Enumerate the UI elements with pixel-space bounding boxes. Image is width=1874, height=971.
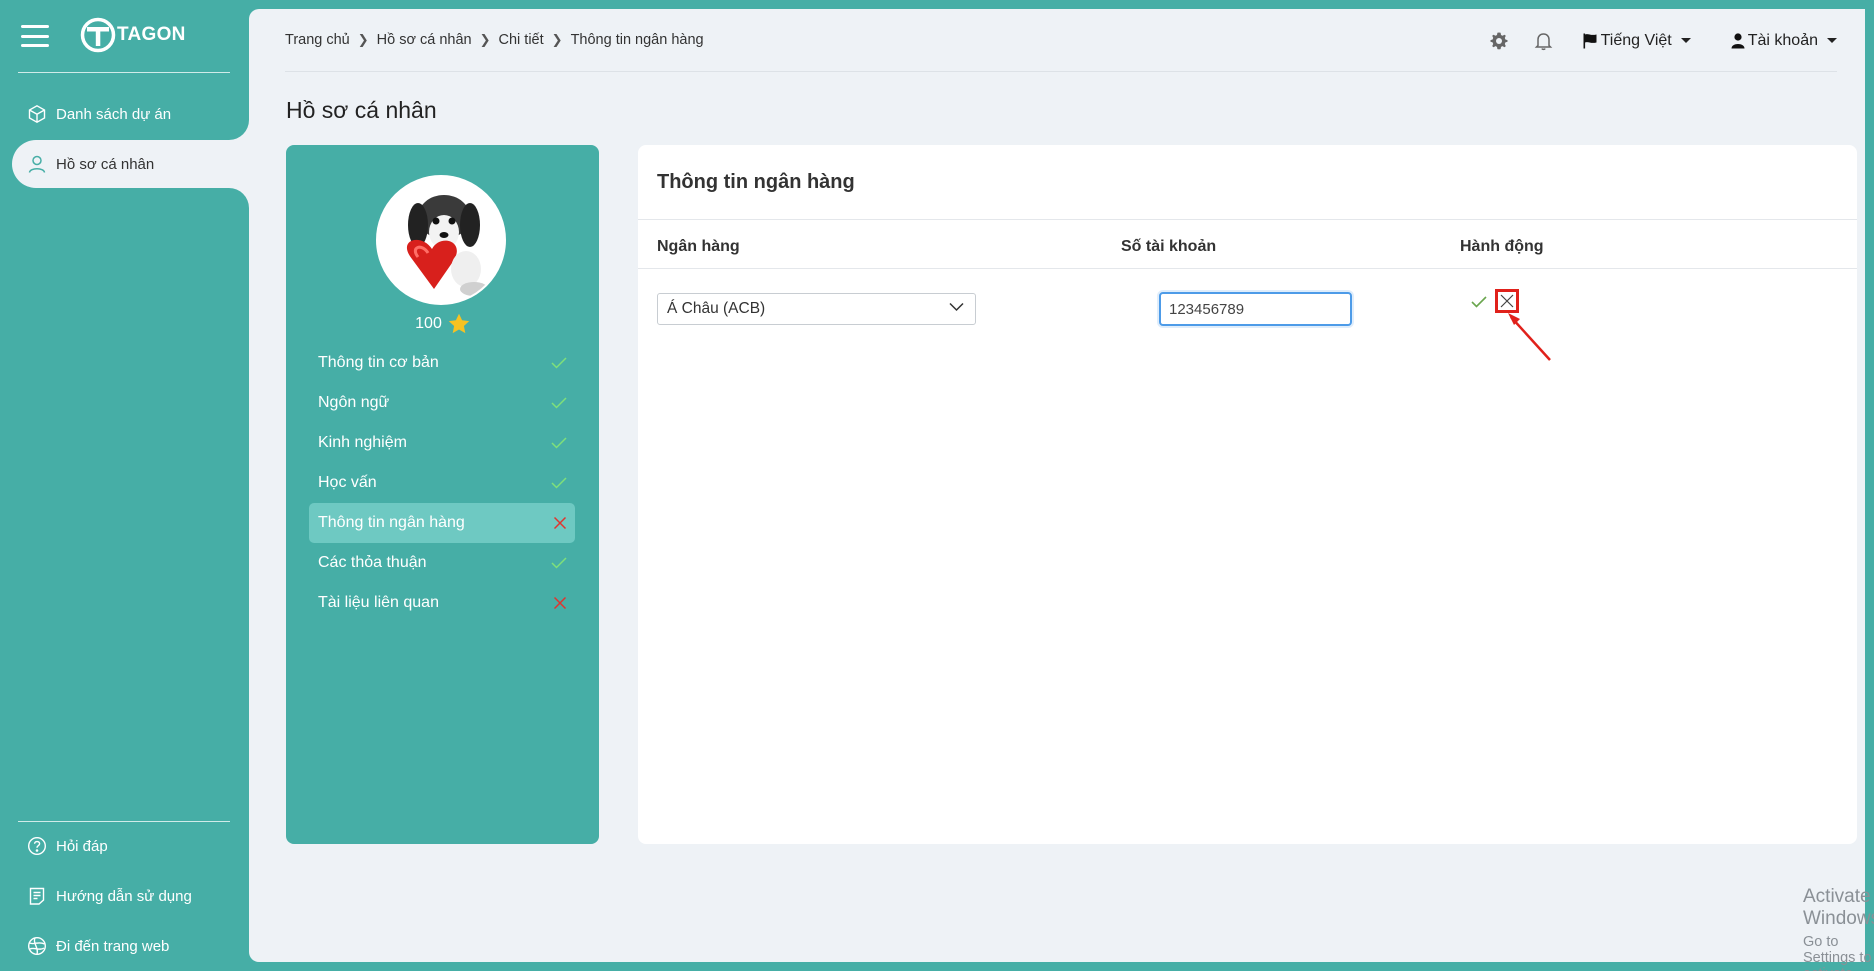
question-circle-icon [26,835,48,857]
sidebar-item-website[interactable]: Đi đến trang web [12,922,249,970]
table-header-divider [638,268,1857,269]
language-label: Tiếng Việt [1600,31,1672,49]
chevron-down-icon [949,302,964,312]
step-language[interactable]: Ngôn ngữ [309,383,575,423]
page-title: Hồ sơ cá nhân [286,97,437,123]
check-icon [551,357,567,369]
watermark-subtitle: Go to Settings to activate Windows. [1803,934,1872,971]
breadcrumb-home[interactable]: Trang chủ [285,32,350,48]
profile-score: 100 [286,313,599,334]
account-number-input[interactable] [1159,292,1352,326]
cross-icon [553,516,567,530]
sidebar-item-label: Đi đến trang web [56,937,170,955]
check-icon [551,437,567,449]
sidebar-item-faq[interactable]: Hỏi đáp [12,822,249,870]
tagon-logo-icon [80,17,116,53]
card-divider [638,219,1857,220]
step-experience[interactable]: Kinh nghiệm [309,423,575,463]
save-row-button[interactable] [1467,290,1491,314]
account-dropdown[interactable]: Tài khoản [1731,32,1837,50]
check-icon [551,477,567,489]
bank-select-value: Á Châu (ACB) [667,300,766,317]
windows-activation-watermark: Activate Windows Go to Settings to activ… [1803,886,1874,971]
step-label: Ngôn ngữ [318,394,390,411]
sidebar-divider [18,72,230,73]
card-title: Thông tin ngân hàng [657,171,855,193]
cross-icon [553,596,567,610]
sidebar-item-label: Hướng dẫn sử dụng [56,887,192,905]
top-bar: Trang chủ ❯ Hồ sơ cá nhân ❯ Chi tiết ❯ T… [285,9,1837,72]
chevron-right-icon: ❯ [357,32,369,47]
check-icon [1471,296,1487,308]
annotation-arrow [1508,313,1551,361]
sidebar-item-label: Danh sách dự án [56,105,172,123]
main-content: Trang chủ ❯ Hồ sơ cá nhân ❯ Chi tiết ❯ T… [249,9,1874,971]
sidebar-item-guide[interactable]: Hướng dẫn sử dụng [12,872,249,920]
column-header-action: Hành động [1460,238,1544,255]
brand-logo[interactable]: TAGON [80,17,186,53]
top-right-actions: Tiếng Việt Tài khoản [1486,9,1837,72]
settings-gear-icon[interactable] [1486,28,1512,54]
puppy-avatar-image [378,177,504,303]
user-icon [26,153,48,175]
sidebar-item-projects[interactable]: Danh sách dự án [12,90,249,138]
account-label: Tài khoản [1747,31,1818,49]
cube-icon [26,103,48,125]
user-solid-icon [1731,32,1745,48]
step-label: Các thỏa thuận [318,554,427,571]
profile-step-list: Thông tin cơ bản Ngôn ngữ Kinh nghiệm Họ… [309,343,575,623]
profile-progress-panel: 100 Thông tin cơ bản Ngôn ngữ Kinh nghiệ… [286,145,599,844]
language-dropdown[interactable]: Tiếng Việt [1583,32,1691,50]
sidebar-item-label: Hỏi đáp [56,837,108,855]
check-icon [551,557,567,569]
sidebar-item-label: Hồ sơ cá nhân [56,155,155,173]
step-label: Học vấn [318,474,377,491]
active-tab-curve [229,188,249,208]
active-tab-curve [229,120,249,140]
breadcrumb-current: Thông tin ngân hàng [570,32,704,48]
score-value: 100 [415,314,442,332]
step-agreements[interactable]: Các thỏa thuận [309,543,575,583]
step-label: Tài liệu liên quan [318,594,439,611]
step-label: Thông tin ngân hàng [318,514,465,531]
sidebar: TAGON Danh sách dự án Hồ sơ cá nhân Hỏi … [0,0,249,971]
breadcrumb-profile[interactable]: Hồ sơ cá nhân [377,32,472,48]
chevron-right-icon: ❯ [551,32,563,47]
bank-info-card: Thông tin ngân hàng Ngân hàng Số tài kho… [638,145,1857,844]
breadcrumb-detail[interactable]: Chi tiết [499,32,544,48]
menu-toggle-icon[interactable] [21,25,49,47]
step-label: Kinh nghiệm [318,434,407,451]
step-basic-info[interactable]: Thông tin cơ bản [309,343,575,383]
watermark-title: Activate Windows [1803,886,1874,929]
notification-bell-icon[interactable] [1531,28,1557,54]
breadcrumb: Trang chủ ❯ Hồ sơ cá nhân ❯ Chi tiết ❯ T… [285,32,704,48]
step-bank-info[interactable]: Thông tin ngân hàng [309,503,575,543]
logo-text: TAGON [117,24,186,45]
column-header-bank: Ngân hàng [657,238,740,255]
caret-down-icon [1680,38,1691,43]
step-education[interactable]: Học vấn [309,463,575,503]
cancel-row-button[interactable] [1495,289,1519,313]
sidebar-item-profile[interactable]: Hồ sơ cá nhân [12,140,249,188]
document-icon [26,885,48,907]
column-header-account: Số tài khoản [1121,238,1217,255]
step-documents[interactable]: Tài liệu liên quan [309,583,575,623]
chevron-right-icon: ❯ [479,32,491,47]
close-icon [1500,294,1514,308]
star-icon [448,313,470,334]
step-label: Thông tin cơ bản [318,354,439,371]
bank-select[interactable]: Á Châu (ACB) [657,293,976,325]
check-icon [551,397,567,409]
avatar[interactable] [376,175,506,305]
flag-icon [1583,33,1597,48]
caret-down-icon [1827,38,1837,43]
globe-icon [26,935,48,957]
